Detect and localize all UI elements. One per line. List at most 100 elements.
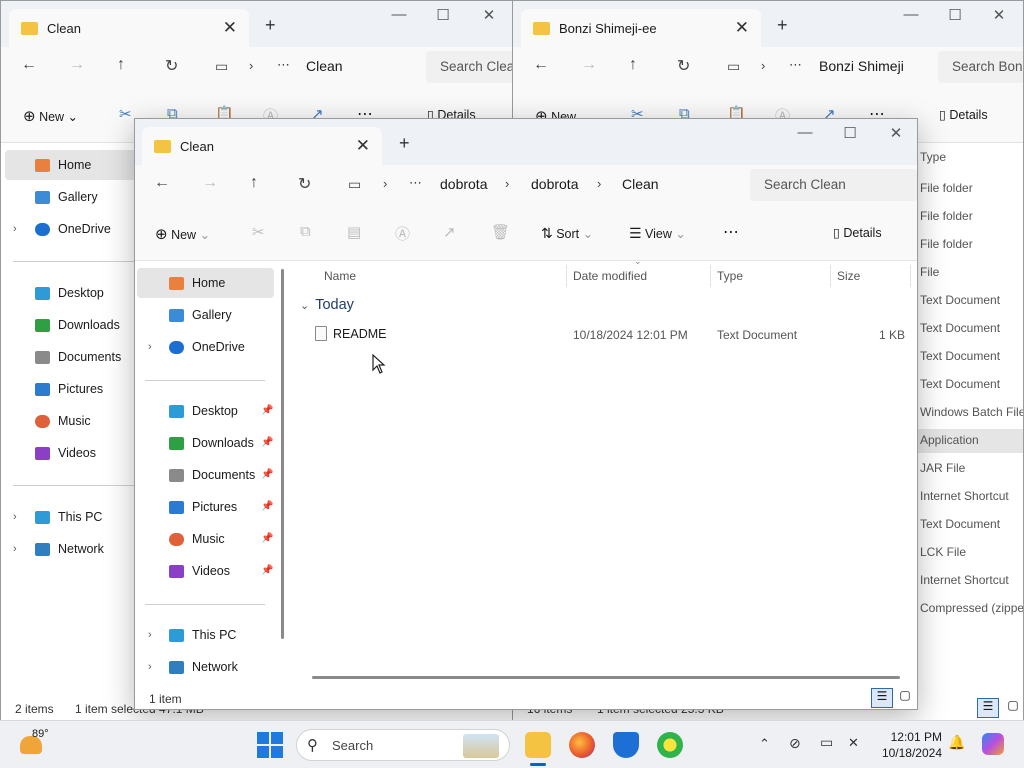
- start-button[interactable]: [257, 732, 283, 758]
- clock-time[interactable]: 12:01 PM: [878, 730, 942, 744]
- maximize-icon[interactable]: ☐: [832, 124, 868, 142]
- sidebar-item-desktop[interactable]: Desktop: [35, 278, 104, 308]
- details-button[interactable]: ▯ Details: [939, 107, 988, 122]
- forward-icon[interactable]: →: [581, 56, 597, 74]
- sidebar-item-home[interactable]: Home: [5, 150, 136, 180]
- column-header-type[interactable]: Type: [717, 269, 743, 283]
- sidebar-item-downloads[interactable]: Downloads: [35, 310, 120, 340]
- notification-bell-icon[interactable]: 🔔: [948, 734, 965, 751]
- up-icon[interactable]: ↑: [629, 56, 637, 74]
- cut-icon[interactable]: ✂: [119, 105, 132, 123]
- file-name[interactable]: README: [333, 327, 386, 341]
- display-icon[interactable]: ▭: [820, 734, 833, 751]
- sort-button[interactable]: ⇅ Sort ⌄: [541, 225, 593, 242]
- monitor-icon[interactable]: ▭: [348, 176, 361, 193]
- sidebar-item-home[interactable]: Home: [137, 268, 274, 298]
- sidebar-item-network[interactable]: › Network: [148, 652, 238, 682]
- sidebar-item-documents[interactable]: Documents: [35, 342, 121, 372]
- back-icon[interactable]: ←: [154, 174, 170, 192]
- breadcrumb-item[interactable]: Bonzi Shimeji: [819, 58, 904, 74]
- tiles-view-icon[interactable]: ▢: [1003, 698, 1023, 718]
- more-icon[interactable]: ⋯: [723, 222, 739, 242]
- sidebar-item-videos[interactable]: Videos: [169, 556, 230, 586]
- minimize-icon[interactable]: —: [787, 124, 823, 141]
- more-breadcrumb-icon[interactable]: ⋯: [277, 57, 290, 73]
- close-tab-icon[interactable]: ✕: [356, 136, 370, 156]
- breadcrumb-item[interactable]: Clean: [622, 176, 659, 192]
- sidebar-scrollbar[interactable]: [281, 269, 284, 639]
- sidebar-item-pictures[interactable]: Pictures: [35, 374, 103, 404]
- share-icon[interactable]: ↗: [443, 223, 456, 241]
- minimize-icon[interactable]: —: [893, 6, 929, 23]
- taskbar-search[interactable]: ⚲ Search: [296, 729, 510, 761]
- sidebar-item-network[interactable]: › Network: [13, 534, 104, 564]
- details-view-icon[interactable]: ☰: [871, 688, 893, 708]
- rename-icon[interactable]: Ⓐ: [395, 223, 410, 244]
- sidebar-item-music[interactable]: Music: [169, 524, 225, 554]
- network-status-icon[interactable]: ⊘: [789, 735, 801, 752]
- file-explorer-taskbar-icon[interactable]: [525, 732, 551, 758]
- firefox-icon[interactable]: [569, 732, 595, 758]
- close-tab-icon[interactable]: ✕: [223, 18, 237, 38]
- expand-chevron-icon[interactable]: ›: [148, 629, 152, 641]
- breadcrumb-item[interactable]: Clean: [306, 58, 343, 74]
- column-header-type[interactable]: Type: [920, 150, 946, 164]
- refresh-icon[interactable]: ↻: [165, 56, 178, 76]
- breadcrumb-item[interactable]: dobrota: [440, 176, 487, 192]
- tiles-view-icon[interactable]: ▢: [895, 688, 915, 708]
- volume-muted-icon[interactable]: ✕: [848, 735, 859, 751]
- expand-chevron-icon[interactable]: ›: [13, 223, 17, 235]
- expand-chevron-icon[interactable]: ›: [148, 661, 152, 673]
- cut-icon[interactable]: ✂: [252, 223, 265, 241]
- tab-clean[interactable]: Clean ✕: [142, 127, 382, 165]
- up-icon[interactable]: ↑: [117, 56, 125, 74]
- paste-icon[interactable]: ▤: [347, 223, 361, 241]
- sidebar-item-gallery[interactable]: Gallery: [35, 182, 98, 212]
- search-input[interactable]: Search Bonz: [938, 51, 1023, 83]
- view-button[interactable]: ☰ View ⌄: [629, 225, 686, 242]
- new-tab-icon[interactable]: +: [777, 15, 788, 36]
- tab-clean[interactable]: Clean ✕: [9, 9, 249, 47]
- new-button[interactable]: ⊕ New ⌄: [23, 107, 78, 125]
- search-input[interactable]: Search Clea: [426, 51, 512, 83]
- expand-chevron-icon[interactable]: ›: [13, 511, 17, 523]
- column-header-name[interactable]: Name: [324, 269, 356, 283]
- expand-chevron-icon[interactable]: ›: [13, 543, 17, 555]
- close-window-icon[interactable]: ✕: [471, 6, 507, 24]
- pin-icon[interactable]: 📌: [261, 501, 273, 512]
- security-shield-icon[interactable]: [613, 732, 639, 758]
- pin-icon[interactable]: 📌: [261, 469, 273, 480]
- close-tab-icon[interactable]: ✕: [735, 18, 749, 38]
- sidebar-item-music[interactable]: Music: [35, 406, 91, 436]
- up-icon[interactable]: ↑: [250, 174, 258, 192]
- new-tab-icon[interactable]: +: [399, 133, 410, 154]
- sidebar-item-gallery[interactable]: Gallery: [169, 300, 232, 330]
- pin-icon[interactable]: 📌: [261, 405, 273, 416]
- maximize-icon[interactable]: ☐: [425, 6, 461, 24]
- sidebar-item-desktop[interactable]: Desktop: [169, 396, 238, 426]
- copilot-icon[interactable]: [982, 733, 1004, 755]
- clock-date[interactable]: 10/18/2024: [878, 746, 942, 760]
- details-button[interactable]: ▯ Details: [833, 225, 882, 240]
- sidebar-item-this-pc[interactable]: › This PC: [13, 502, 102, 532]
- monitor-icon[interactable]: ▭: [727, 58, 740, 75]
- sidebar-item-downloads[interactable]: Downloads: [169, 428, 254, 458]
- copy-icon[interactable]: ⧉: [300, 223, 311, 240]
- back-icon[interactable]: ←: [21, 56, 37, 74]
- forward-icon[interactable]: →: [202, 174, 218, 192]
- chevron-up-icon[interactable]: ⌃: [759, 736, 770, 752]
- maximize-icon[interactable]: ☐: [937, 6, 973, 24]
- refresh-icon[interactable]: ↻: [677, 56, 690, 76]
- weather-widget[interactable]: 89°: [20, 728, 80, 762]
- pin-icon[interactable]: 📌: [261, 565, 273, 576]
- sidebar-item-onedrive[interactable]: › OneDrive: [148, 332, 245, 362]
- tab-bonzi-shimeji[interactable]: Bonzi Shimeji-ee ✕: [521, 9, 761, 47]
- column-header-date[interactable]: Date modified: [573, 269, 647, 283]
- group-header[interactable]: ⌄ Today: [300, 297, 354, 313]
- column-header-size[interactable]: Size: [837, 269, 860, 283]
- refresh-icon[interactable]: ↻: [298, 174, 311, 194]
- search-input[interactable]: Search Clean: [750, 169, 917, 201]
- more-breadcrumb-icon[interactable]: ⋯: [789, 57, 802, 73]
- horizontal-scrollbar[interactable]: [312, 676, 900, 679]
- breadcrumb-item[interactable]: dobrota: [531, 176, 578, 192]
